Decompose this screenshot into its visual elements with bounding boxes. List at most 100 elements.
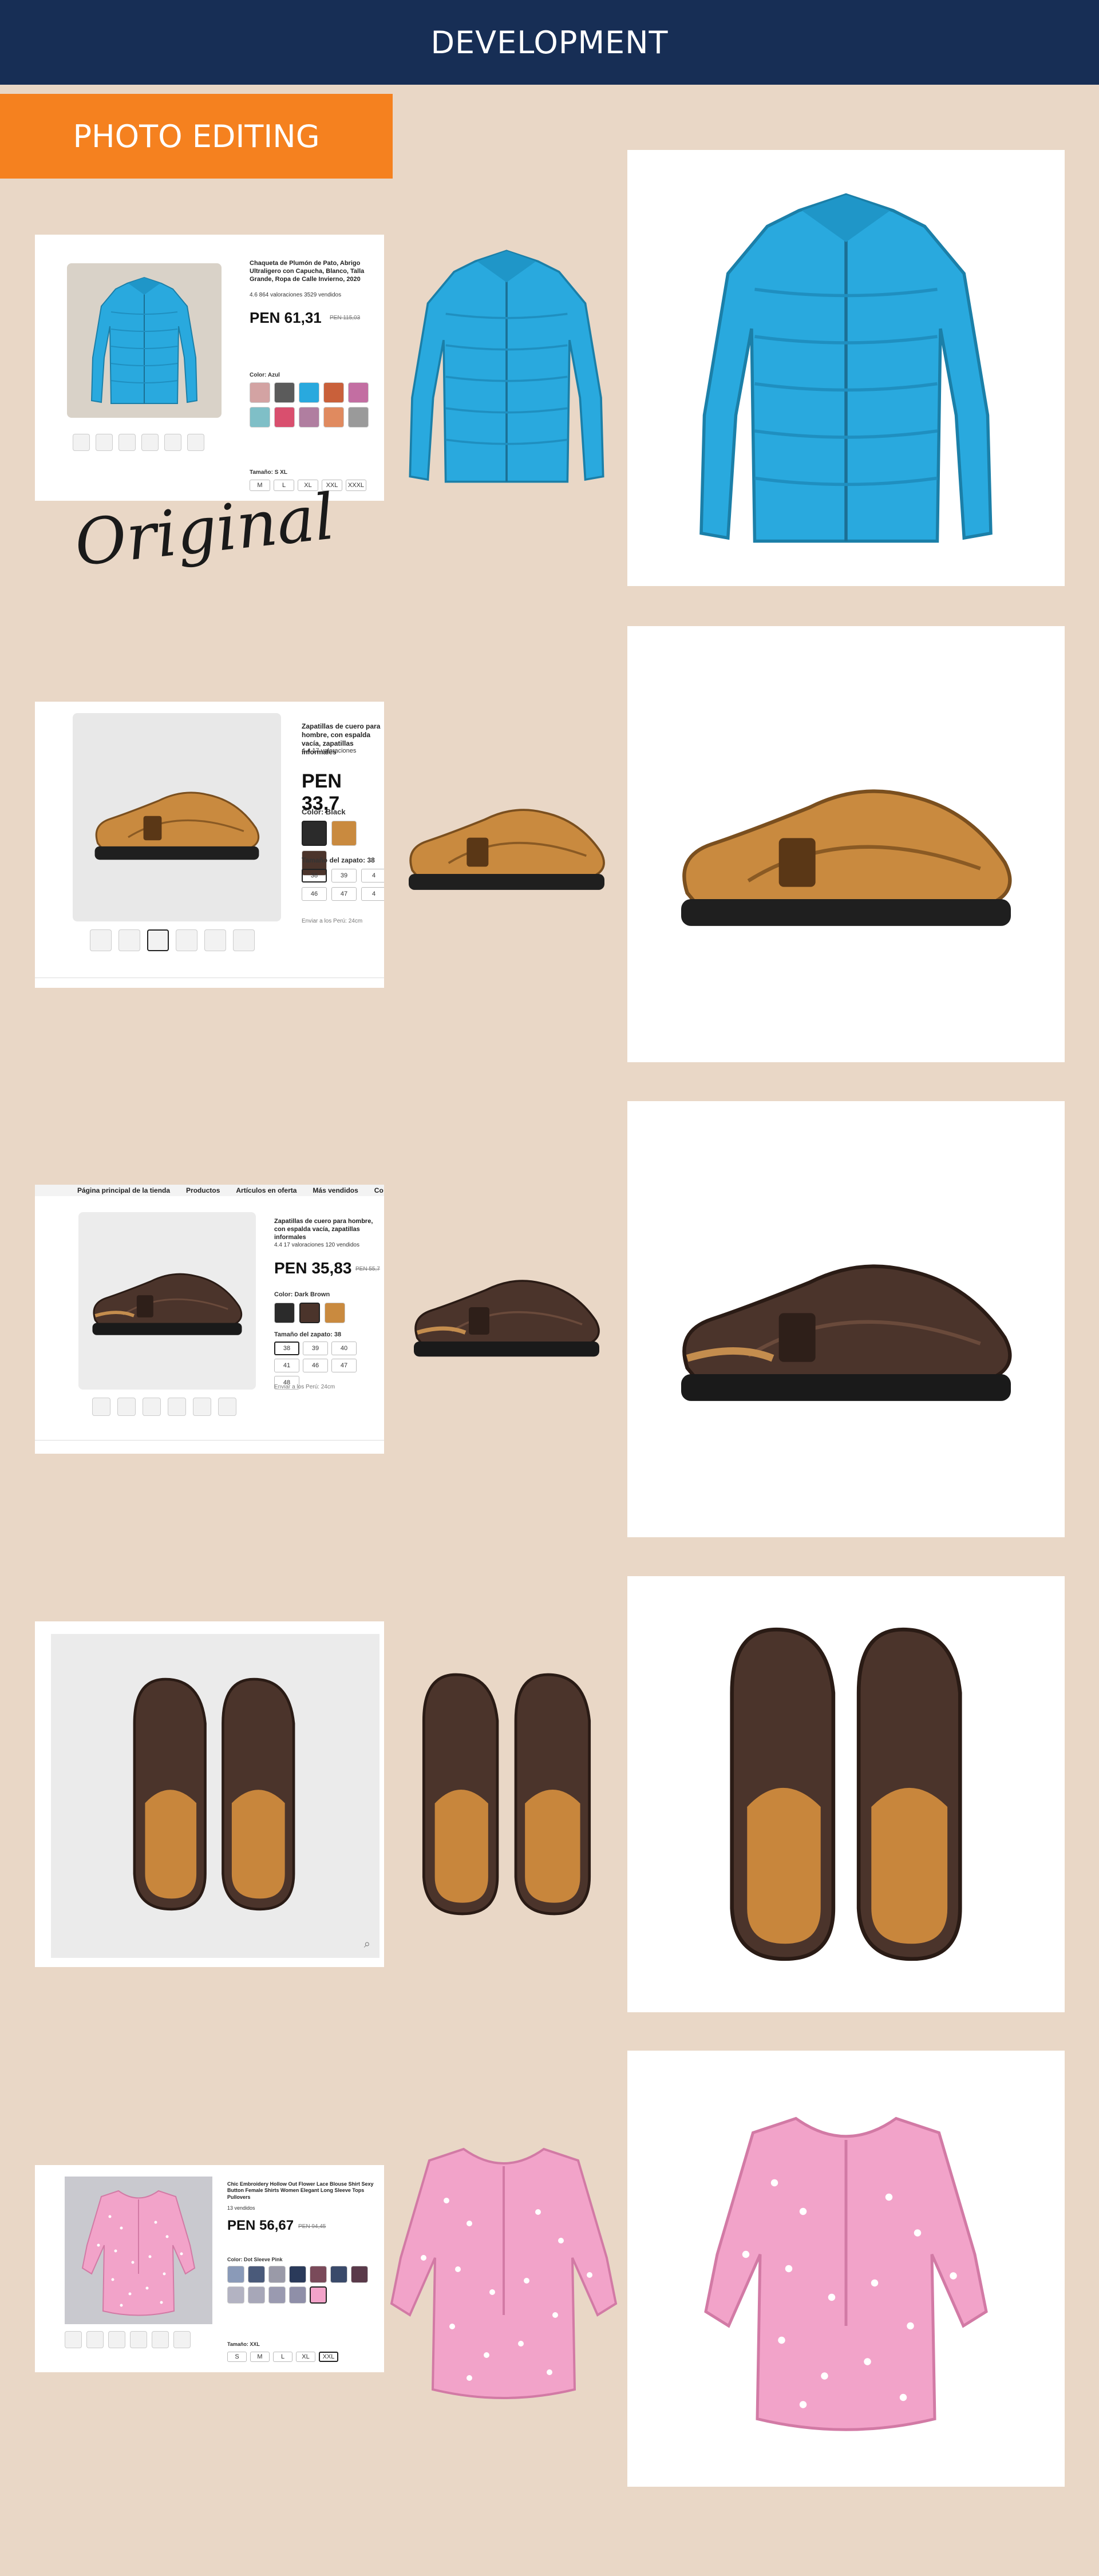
thumbnail[interactable] [218,1398,236,1416]
thumbnail[interactable] [204,929,226,951]
size-option[interactable]: 4 [361,869,384,883]
color-label: Color: Dark Brown [274,1291,330,1298]
swatch[interactable] [348,382,369,403]
swatch[interactable] [310,2286,327,2304]
size-option[interactable]: 39 [303,1342,328,1355]
thumbnail[interactable] [90,929,112,951]
clog-tan-photo [73,713,281,921]
swatch[interactable] [299,407,319,428]
thumbnail[interactable] [108,2331,125,2348]
size-option[interactable]: 40 [331,1342,357,1355]
product-old-price: PEN 55,7 [355,1266,380,1272]
clog-tan-thumbnails [90,929,255,951]
thumbnail[interactable] [233,929,255,951]
original-screenshot-clog-tan: Zapatillas de cuero para hombre, con esp… [35,702,384,988]
thumbnail[interactable] [187,434,204,451]
size-option[interactable]: 38 [302,869,327,883]
swatch[interactable] [289,2266,306,2283]
size-option[interactable]: XXL [319,2352,338,2362]
size-option[interactable]: M [250,2352,270,2362]
thumbnail[interactable] [193,1398,211,1416]
clog-tan-edited-box [627,626,1065,1062]
nav-deals[interactable]: Artículos en oferta [236,1186,297,1194]
product-price: PEN 56,67 [227,2218,294,2233]
thumbnail[interactable] [73,434,90,451]
size-option[interactable]: 38 [274,1342,299,1355]
swatch[interactable] [274,1303,295,1323]
clog-pair-edited-box [627,1576,1065,2012]
swatch[interactable] [274,382,295,403]
size-option[interactable]: 41 [274,1359,299,1372]
thumbnail[interactable] [118,929,140,951]
swatch[interactable] [268,2286,286,2304]
swatch[interactable] [323,407,344,428]
jacket-cutout [395,240,618,492]
jacket-thumbnails [73,434,204,451]
swatch[interactable] [325,1303,345,1323]
size-option[interactable]: L [273,2352,292,2362]
color-swatches [274,1303,345,1323]
swatch[interactable] [268,2266,286,2283]
zoom-icon[interactable]: ⌕ [364,1938,370,1951]
size-option[interactable]: 47 [331,887,357,901]
nav-bestsellers[interactable]: Más vendidos [313,1186,358,1194]
swatch[interactable] [299,382,319,403]
product-rating: 4.4 17 valoraciones 120 vendidos [274,1242,359,1248]
swatch[interactable] [310,2266,327,2283]
original-screenshot-clog-brown: Página principal de la tienda Productos … [35,1185,384,1454]
swatch[interactable] [250,407,270,428]
thumbnail[interactable] [130,2331,147,2348]
color-label: Color: Azul [250,372,280,378]
swatch[interactable] [248,2266,265,2283]
color-label: Color: Black [302,808,346,816]
product-old-price: PEN 115,03 [330,315,361,321]
thumbnail[interactable] [92,1398,110,1416]
thumbnail[interactable] [86,2331,104,2348]
thumbnail[interactable] [147,929,169,951]
swatch[interactable] [331,821,357,846]
thumbnail[interactable] [168,1398,186,1416]
product-price: PEN 61,31 [250,309,322,326]
jacket-graphic [401,240,612,492]
size-option[interactable]: S [227,2352,247,2362]
thumbnail[interactable] [141,434,159,451]
swatch[interactable] [330,2266,347,2283]
size-option[interactable]: 46 [302,887,327,901]
thumbnail[interactable] [96,434,113,451]
shipping-info: Enviar a los Perú: 24cm [302,918,363,924]
swatch[interactable] [227,2286,244,2304]
thumbnail[interactable] [173,2331,191,2348]
thumbnail[interactable] [176,929,197,951]
product-rating: 4.4 17 valoraciones [302,747,357,754]
nav-home[interactable]: Página principal de la tienda [77,1186,170,1194]
thumbnail[interactable] [164,434,181,451]
size-option[interactable]: 4 [361,887,384,901]
size-option[interactable]: 47 [331,1359,357,1372]
blouse-cutout [389,2118,618,2421]
thumbnail[interactable] [152,2331,169,2348]
size-option[interactable]: 46 [303,1359,328,1372]
size-options: 38 39 4 46 47 4 [302,869,384,901]
swatch[interactable] [302,821,327,846]
thumbnail[interactable] [117,1398,136,1416]
blouse-photo [65,2177,212,2324]
thumbnail[interactable] [65,2331,82,2348]
swatch[interactable] [289,2286,306,2304]
thumbnail[interactable] [118,434,136,451]
swatch[interactable] [351,2266,368,2283]
nav-products[interactable]: Productos [186,1186,220,1194]
thumbnail[interactable] [143,1398,161,1416]
swatch[interactable] [323,382,344,403]
swatch[interactable] [348,407,369,428]
size-option[interactable]: XL [296,2352,315,2362]
swatch[interactable] [248,2286,265,2304]
size-options: S M L XL XXL [227,2352,338,2362]
swatch[interactable] [227,2266,244,2283]
swatch[interactable] [250,382,270,403]
nav-more[interactable]: Co [374,1186,384,1194]
product-sold: 13 vendidos [227,2205,255,2211]
swatch[interactable] [299,1303,320,1323]
size-option[interactable]: 39 [331,869,357,883]
size-option[interactable]: XXXL [346,480,366,491]
swatch[interactable] [274,407,295,428]
